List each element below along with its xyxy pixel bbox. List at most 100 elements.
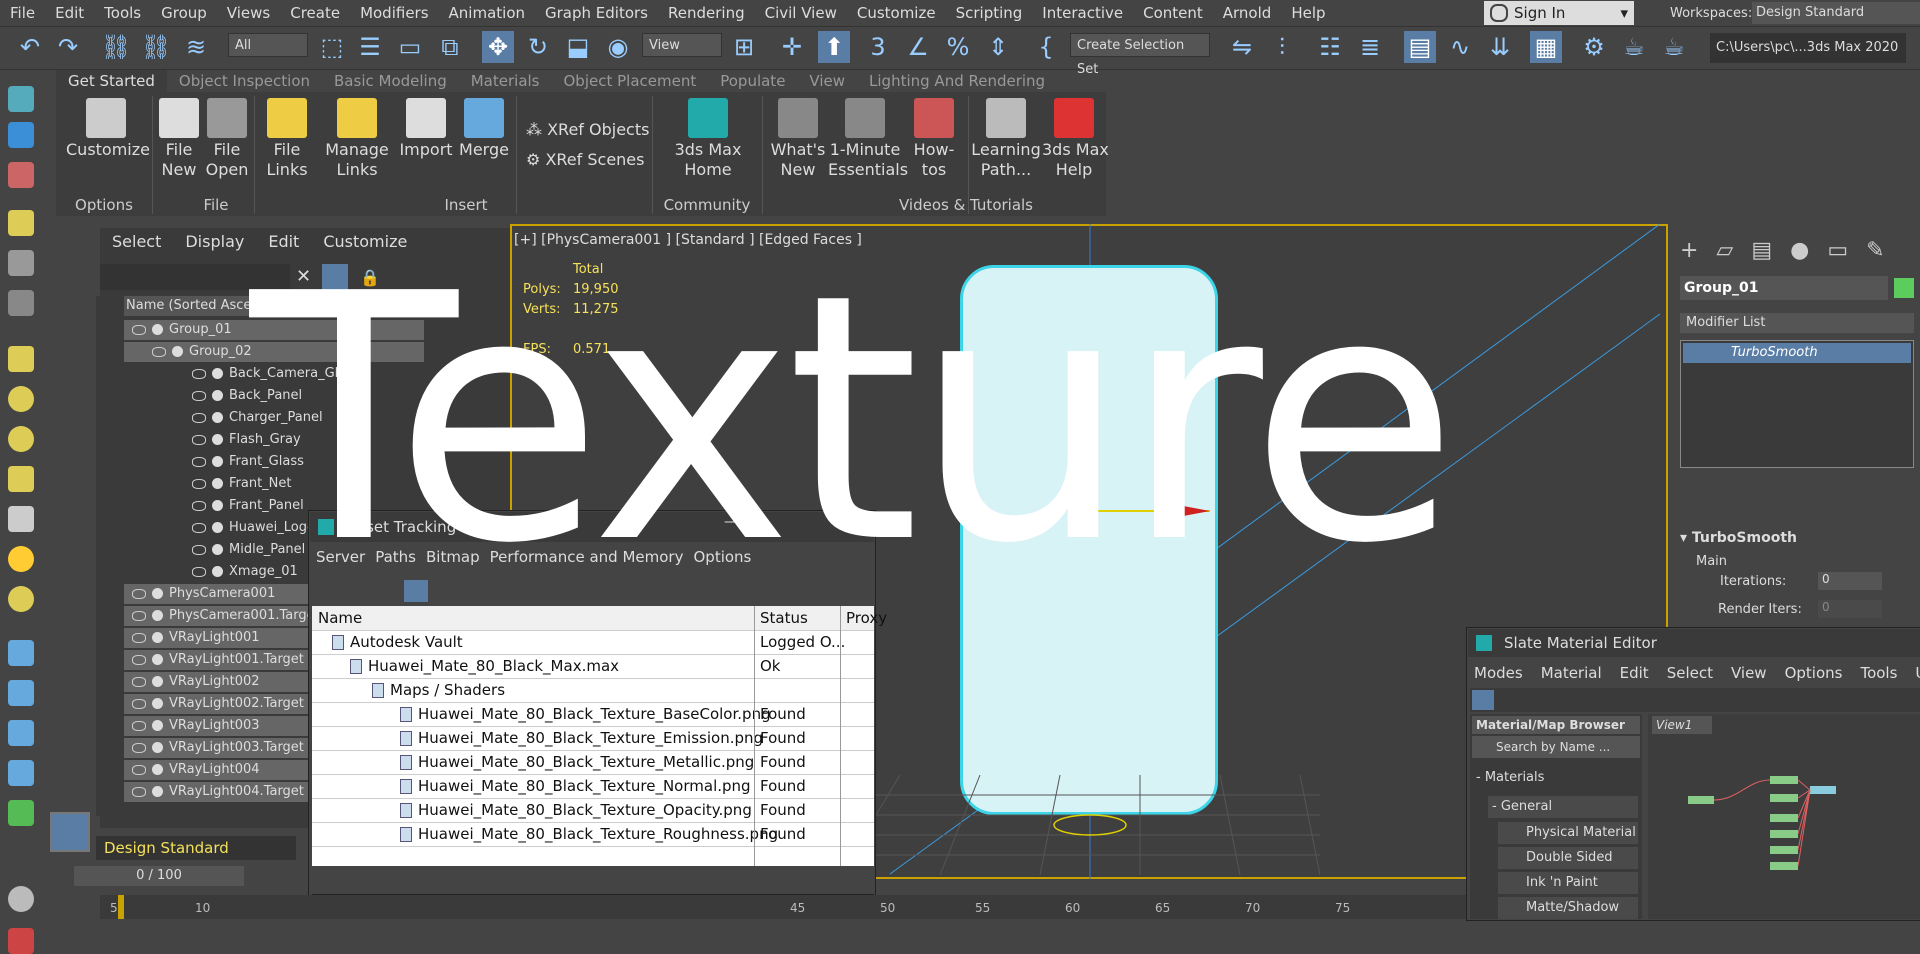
select-tool-icon[interactable] — [1472, 690, 1494, 710]
visibility-icon[interactable] — [132, 588, 146, 599]
xref-objects-button[interactable]: ⁂ XRef Objects — [526, 120, 666, 140]
edit-named-selection-icon[interactable]: { — [1030, 31, 1062, 63]
merge-button[interactable]: Merge — [456, 98, 512, 160]
camera-icon[interactable] — [8, 250, 34, 276]
scene-menu-customize[interactable]: Customize — [311, 232, 419, 251]
asset-menu-options[interactable]: Options — [693, 548, 761, 566]
howtos-button[interactable]: How-tos — [902, 98, 966, 180]
max-home-button[interactable]: 3ds Max Home — [660, 98, 756, 180]
scene-row[interactable]: Group_02 — [124, 342, 424, 362]
ribbon-group-community[interactable]: Community — [652, 196, 762, 214]
import-button[interactable]: Import — [396, 98, 456, 160]
file-links-button[interactable]: File Links — [256, 98, 318, 180]
tab-lighting-and-rendering[interactable]: Lighting And Rendering — [857, 70, 1057, 92]
visibility-icon[interactable] — [132, 698, 146, 709]
general-category[interactable]: - General — [1488, 796, 1638, 818]
teapot-primitive-icon[interactable] — [8, 466, 34, 492]
visibility-icon[interactable] — [132, 720, 146, 731]
scene-row[interactable]: Flash_Gray — [124, 430, 424, 450]
bend-icon[interactable] — [8, 680, 34, 706]
scene-icon[interactable] — [8, 162, 34, 188]
mirror-icon[interactable]: ⇋ — [1226, 31, 1258, 63]
turbosmooth-rollout[interactable]: ▾ TurboSmooth — [1680, 530, 1914, 552]
manage-links-button[interactable]: Manage Links — [320, 98, 394, 180]
ribbon-toggle-icon[interactable]: ▤ — [1404, 31, 1436, 63]
file-new-button[interactable]: File New — [156, 98, 202, 180]
snaps-icon[interactable]: 3 — [862, 31, 894, 63]
render-setup-icon[interactable]: ⚙ — [1578, 31, 1610, 63]
menu-tools[interactable]: Tools — [94, 4, 151, 22]
browser-search-input[interactable]: Search by Name ... — [1472, 736, 1640, 758]
scene-row[interactable]: Frant_Glass — [124, 452, 424, 472]
visibility-icon[interactable] — [192, 500, 206, 511]
slate-view[interactable]: View1 — [1648, 714, 1920, 919]
align-icon[interactable]: ⫶ — [1266, 31, 1298, 63]
menu-scripting[interactable]: Scripting — [946, 4, 1033, 22]
ribbon-group-videos[interactable]: Videos & Tutorials — [856, 196, 1076, 214]
slate-menu-material[interactable]: Material — [1541, 664, 1620, 682]
percent-snap-icon[interactable]: % — [942, 31, 974, 63]
helper-icon[interactable] — [8, 290, 34, 316]
asset-row[interactable]: Huawei_Mate_80_Black_Texture_Normal.png F… — [312, 774, 874, 799]
asset-menu-server[interactable]: Server — [316, 548, 375, 566]
scene-row[interactable]: Frant_Net — [124, 474, 424, 494]
menu-edit[interactable]: Edit — [45, 4, 94, 22]
visibility-icon[interactable] — [132, 786, 146, 797]
spinner-snap-icon[interactable]: ⇕ — [982, 31, 1014, 63]
geosphere-icon[interactable] — [8, 426, 34, 452]
menu-content[interactable]: Content — [1133, 4, 1213, 22]
visibility-icon[interactable] — [192, 522, 206, 533]
project-path[interactable]: C:\Users\pc\...3ds Max 2020 — [1710, 33, 1906, 63]
lock-icon[interactable]: 🔒 — [360, 268, 380, 287]
modifier-list-select[interactable]: Modifier List — [1680, 313, 1914, 333]
ribbon-group-options[interactable]: Options — [56, 196, 152, 214]
whats-new-button[interactable]: What's New — [766, 98, 830, 180]
window-crossing-icon[interactable]: ⧉ — [434, 31, 466, 63]
biped-icon[interactable] — [8, 720, 34, 746]
viewport-layout-icon[interactable] — [50, 812, 90, 852]
redo-icon[interactable]: ↷ — [52, 31, 84, 63]
slate-menu-select[interactable]: Select — [1667, 664, 1731, 682]
angle-snap-icon[interactable]: ∠ — [902, 31, 934, 63]
visibility-icon[interactable] — [192, 566, 206, 577]
sphere-icon[interactable] — [8, 386, 34, 412]
move-gizmo[interactable] — [1060, 375, 1230, 525]
visibility-icon[interactable] — [132, 324, 146, 335]
column-header-proxy[interactable]: Proxy — [846, 606, 887, 630]
reference-coord-select[interactable]: View — [642, 33, 722, 57]
visibility-icon[interactable] — [192, 434, 206, 445]
max-help-button[interactable]: 3ds Max Help — [1042, 98, 1109, 180]
windows-icon[interactable] — [8, 928, 34, 954]
modifier-turbosmooth[interactable]: TurboSmooth — [1683, 343, 1911, 363]
view1-tab[interactable]: View1 — [1652, 716, 1712, 734]
asset-row[interactable]: Huawei_Mate_80_Black_Texture_Roughness.p… — [312, 822, 874, 847]
tab-populate[interactable]: Populate — [708, 70, 797, 92]
material-item[interactable]: Ink 'n Paint — [1498, 872, 1638, 894]
viewport-ball-icon[interactable] — [8, 886, 34, 912]
layers-icon[interactable] — [8, 122, 34, 148]
object-name-field[interactable]: Group_01 — [1680, 276, 1888, 300]
iterations-spinner[interactable]: 0 — [1818, 572, 1882, 590]
xref-scenes-button[interactable]: ⚙ XRef Scenes — [526, 150, 666, 170]
column-header-name[interactable]: Name — [318, 606, 362, 630]
rendered-frame-icon[interactable]: ☕ — [1618, 31, 1650, 63]
asset-tracking-title[interactable]: Asset Tracking — [310, 512, 874, 542]
selection-filter[interactable]: All — [228, 33, 308, 57]
close-icon[interactable]: ✕ — [296, 266, 311, 287]
scene-row[interactable]: Back_Camera_Glass — [124, 364, 424, 384]
visibility-icon[interactable] — [192, 390, 206, 401]
time-marker[interactable] — [118, 895, 124, 919]
select-move-icon[interactable]: ✥ — [482, 31, 514, 63]
tab-get-started[interactable]: Get Started — [56, 70, 167, 92]
asset-row[interactable]: Huawei_Mate_80_Black_Texture_Metallic.pn… — [312, 750, 874, 775]
scene-row[interactable]: Group_01 — [124, 320, 424, 340]
dope-sheet-icon[interactable]: ⇊ — [1484, 31, 1516, 63]
keyboard-shortcut-icon[interactable]: ⬆ — [818, 31, 850, 63]
visibility-icon[interactable] — [132, 654, 146, 665]
slate-menu-utilities[interactable]: Utilities — [1915, 664, 1920, 682]
menu-arnold[interactable]: Arnold — [1213, 4, 1282, 22]
filter-icon[interactable] — [322, 264, 348, 290]
link-icon[interactable]: ⛓ — [100, 31, 132, 63]
slate-title[interactable]: Slate Material Editor — [1468, 629, 1920, 657]
pivot-icon[interactable]: ⊞ — [728, 31, 760, 63]
